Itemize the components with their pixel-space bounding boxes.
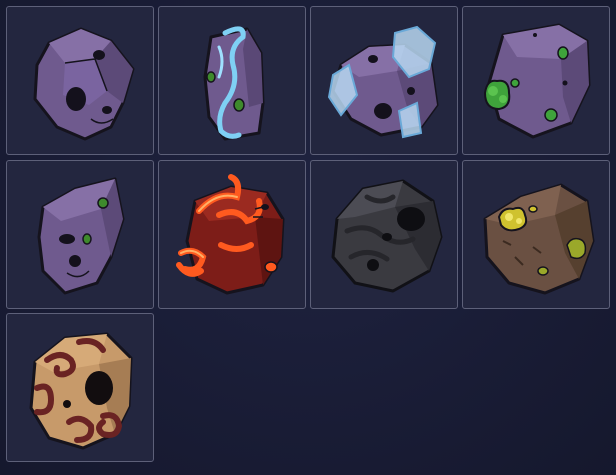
- purple-asteroid-ice-streak-icon: [203, 26, 265, 141]
- asteroid-tile-purple-small-ore[interactable]: [6, 160, 154, 309]
- asteroid-tile-brown-gold-ore[interactable]: [462, 160, 610, 309]
- molten-lava-asteroid-icon: [176, 174, 285, 295]
- purple-asteroid-green-ore-icon: [483, 23, 591, 139]
- tan-swirl-asteroid-icon: [29, 332, 133, 450]
- asteroid-tile-molten-red[interactable]: [158, 160, 306, 309]
- asteroid-sprite-sheet: [0, 0, 616, 475]
- asteroid-tile-purple-ice-streak[interactable]: [158, 6, 306, 155]
- brown-asteroid-gold-ore-icon: [483, 183, 595, 295]
- asteroid-tile-tan-swirl[interactable]: [6, 313, 154, 462]
- purple-asteroid-icon: [33, 27, 135, 141]
- asteroid-tile-black-coal[interactable]: [310, 160, 458, 309]
- purple-asteroid-small-ore-icon: [37, 177, 125, 295]
- purple-asteroid-ice-crystal-icon: [327, 25, 439, 139]
- asteroid-tile-purple-rock[interactable]: [6, 6, 154, 155]
- black-coal-asteroid-icon: [331, 179, 443, 293]
- asteroid-tile-purple-green-ore[interactable]: [462, 6, 610, 155]
- asteroid-tile-purple-ice-crystal[interactable]: [310, 6, 458, 155]
